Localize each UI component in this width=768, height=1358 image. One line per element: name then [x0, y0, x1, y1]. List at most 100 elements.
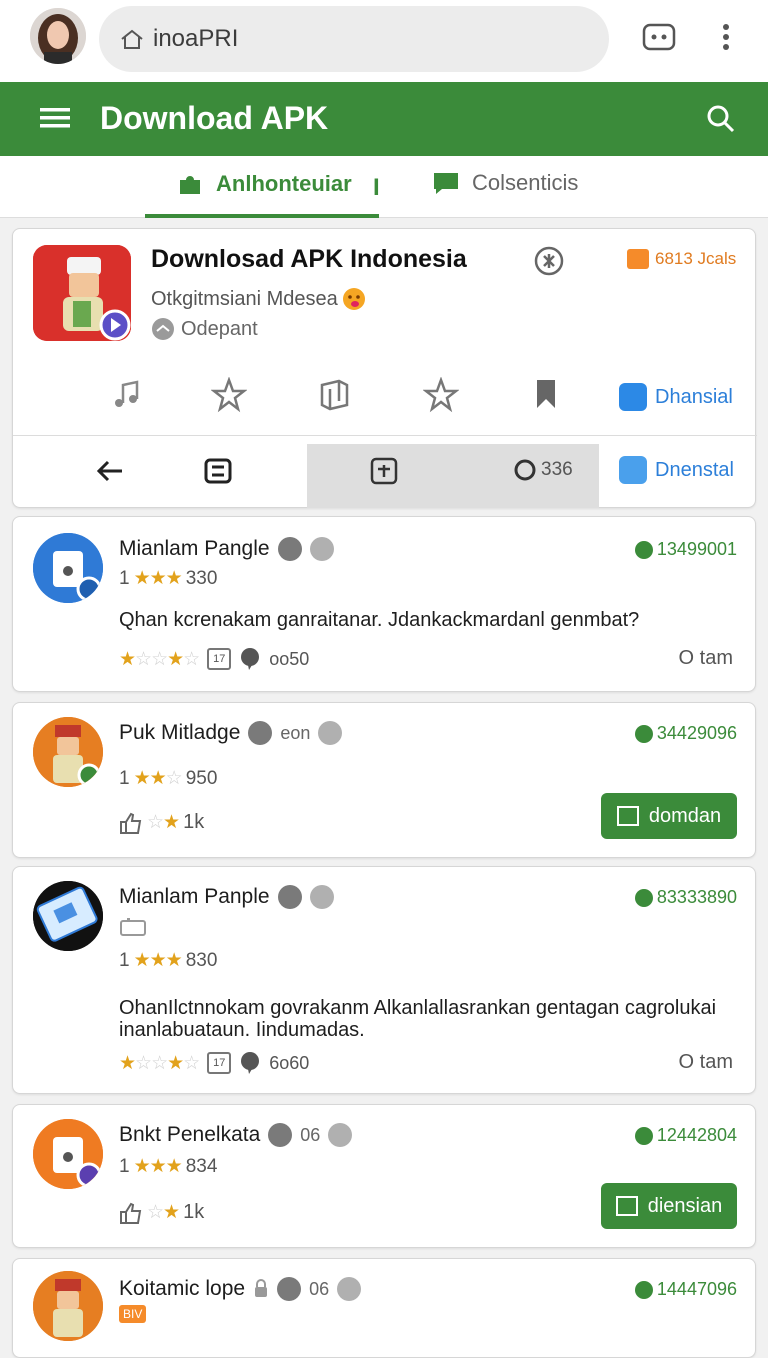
search-icon[interactable] — [706, 104, 736, 139]
item-time: O tam — [678, 1051, 733, 1073]
back-arrow-icon[interactable] — [95, 456, 125, 491]
user-rating-icon: ★☆☆★☆ — [119, 1052, 200, 1074]
download-button-label: diensian — [647, 1194, 723, 1217]
item-extra-text: eon — [280, 722, 311, 743]
app-avatar — [33, 881, 103, 951]
verified-secondary-icon — [337, 1277, 362, 1301]
chat-icon — [434, 173, 458, 194]
download-count-icon — [634, 1126, 653, 1145]
app-action-icons: Dhansial — [13, 369, 757, 429]
list-item[interactable]: Puk Mitladge eon 1 ★★☆ 950 34429096 ☆★ 1… — [12, 702, 756, 858]
install-button[interactable]: Dhansial — [619, 383, 733, 411]
download-button[interactable]: domdan — [601, 793, 737, 839]
rating-count: 830 — [185, 949, 218, 971]
verified-icon — [277, 537, 302, 561]
featured-app-card[interactable]: Downlosad APK Indonesia Otkgitmsiani Mde… — [12, 228, 757, 508]
item-extra-text: 06 — [309, 1278, 330, 1299]
item-name-text: Koitamic lope — [119, 1277, 246, 1300]
star-rating-icon: ★★☆ — [133, 768, 183, 789]
download-count: 13499001 — [634, 539, 737, 560]
verified-icon — [248, 721, 273, 745]
download-count-text: 13499001 — [656, 539, 737, 559]
item-name-text: Bnkt Penelkata — [119, 1123, 261, 1146]
verified-secondary-icon — [309, 537, 334, 561]
install-secondary-label: Dnenstal — [655, 458, 734, 481]
item-title: Koitamic lope 06 — [119, 1277, 362, 1301]
item-extra-text: 06 — [300, 1124, 321, 1145]
download-count: 12442804 — [634, 1125, 737, 1146]
verified-icon — [268, 1123, 293, 1147]
item-name-text: Mianlam Panple — [119, 885, 270, 908]
browser-top-bar: inoaPRI — [0, 0, 768, 82]
star-outline-icon[interactable] — [422, 376, 460, 418]
app-avatar — [33, 533, 103, 603]
address-bar[interactable]: inoaPRI — [99, 6, 609, 72]
list-item[interactable]: Mianlam Pangle 1 ★★★ 330 13499001 Qhan k… — [12, 516, 756, 692]
app-title: Downlosad APK Indonesia — [151, 245, 467, 273]
plus-box-icon[interactable] — [369, 456, 399, 491]
menu-icon[interactable] — [40, 106, 70, 135]
tabs-icon[interactable] — [642, 22, 676, 57]
item-time: O tam — [678, 647, 733, 669]
item-title: Puk Mitladge eon — [119, 721, 343, 745]
book-icon[interactable] — [317, 377, 353, 416]
bookmark-icon[interactable] — [533, 377, 559, 416]
developer-name: Odepant — [181, 317, 258, 340]
developer-icon — [152, 318, 174, 340]
star-rating-icon: ★★★ — [133, 568, 183, 589]
close-icon[interactable] — [533, 245, 565, 282]
tab-separator: I — [373, 174, 380, 201]
size-badge: 6813 Jcals — [627, 249, 736, 269]
list-item[interactable]: Koitamic lope 06 BIV 14447096 — [12, 1258, 756, 1358]
comment-icon — [241, 648, 260, 670]
verified-icon — [277, 1277, 302, 1301]
comment-count: 6o60 — [269, 1052, 310, 1073]
like-count: 1k — [183, 1201, 205, 1223]
toolbar-count-text: 336 — [541, 459, 573, 480]
tab-anlhonteuiar[interactable]: Anlhonteuiar — [176, 170, 352, 198]
download-count: 14447096 — [634, 1279, 737, 1300]
home-share-icon — [121, 29, 143, 49]
toolbar-count[interactable]: 336 — [513, 458, 573, 482]
rating-count: 950 — [185, 767, 218, 789]
list-item[interactable]: Mianlam Panple 1 ★★★ 830 83333890 OhanIl… — [12, 866, 756, 1094]
like-stars-icon: ☆★ — [147, 1202, 180, 1223]
emoji-icon — [342, 288, 365, 310]
address-text: inoaPRI — [153, 25, 239, 52]
app-avatar — [33, 717, 103, 787]
item-likes: ☆★ 1k — [119, 811, 204, 834]
switch-icon[interactable] — [203, 456, 233, 491]
install-secondary-button[interactable]: Dnenstal — [619, 456, 734, 484]
comment-icon — [241, 1052, 260, 1074]
item-rating: 1 ★★★ 830 — [119, 949, 217, 972]
tab-colsenticis[interactable]: Colsenticis — [432, 170, 578, 196]
app-avatar — [33, 1271, 103, 1341]
item-rating: 1 ★★★ 330 — [119, 567, 217, 590]
music-icon[interactable] — [111, 377, 145, 416]
badge-text: 6813 Jcals — [655, 249, 737, 268]
item-name-text: Puk Mitladge — [119, 721, 241, 744]
star-rating-icon: ★★★ — [133, 1156, 183, 1177]
app-avatar — [33, 1119, 103, 1189]
item-name-text: Mianlam Pangle — [119, 537, 270, 560]
lock-icon — [255, 1279, 268, 1297]
verified-secondary-icon — [328, 1123, 353, 1147]
item-tag: BIV — [119, 1305, 147, 1323]
comment-count: oo50 — [269, 648, 310, 669]
more-vertical-icon[interactable] — [718, 22, 734, 57]
item-meta: ★☆☆★☆ 17 6o60 — [119, 1051, 309, 1075]
verified-secondary-icon — [318, 721, 343, 745]
download-icon — [616, 806, 639, 826]
item-rating: 1 ★★★ 834 — [119, 1155, 217, 1178]
download-button[interactable]: diensian — [601, 1183, 737, 1229]
rating-prefix: 1 — [119, 949, 130, 971]
download-button-label: domdan — [648, 804, 722, 827]
item-description: OhanIlctnnokam govrakanm Alkanlallasrank… — [119, 997, 717, 1041]
list-item[interactable]: Bnkt Penelkata 06 1 ★★★ 834 12442804 ☆★ … — [12, 1104, 756, 1248]
user-avatar[interactable] — [30, 8, 86, 64]
download-count-text: 14447096 — [656, 1279, 737, 1299]
item-title: Mianlam Panple — [119, 885, 334, 909]
verified-icon — [277, 885, 302, 909]
star-outline-icon[interactable] — [210, 376, 248, 418]
badge-icon — [627, 249, 649, 269]
